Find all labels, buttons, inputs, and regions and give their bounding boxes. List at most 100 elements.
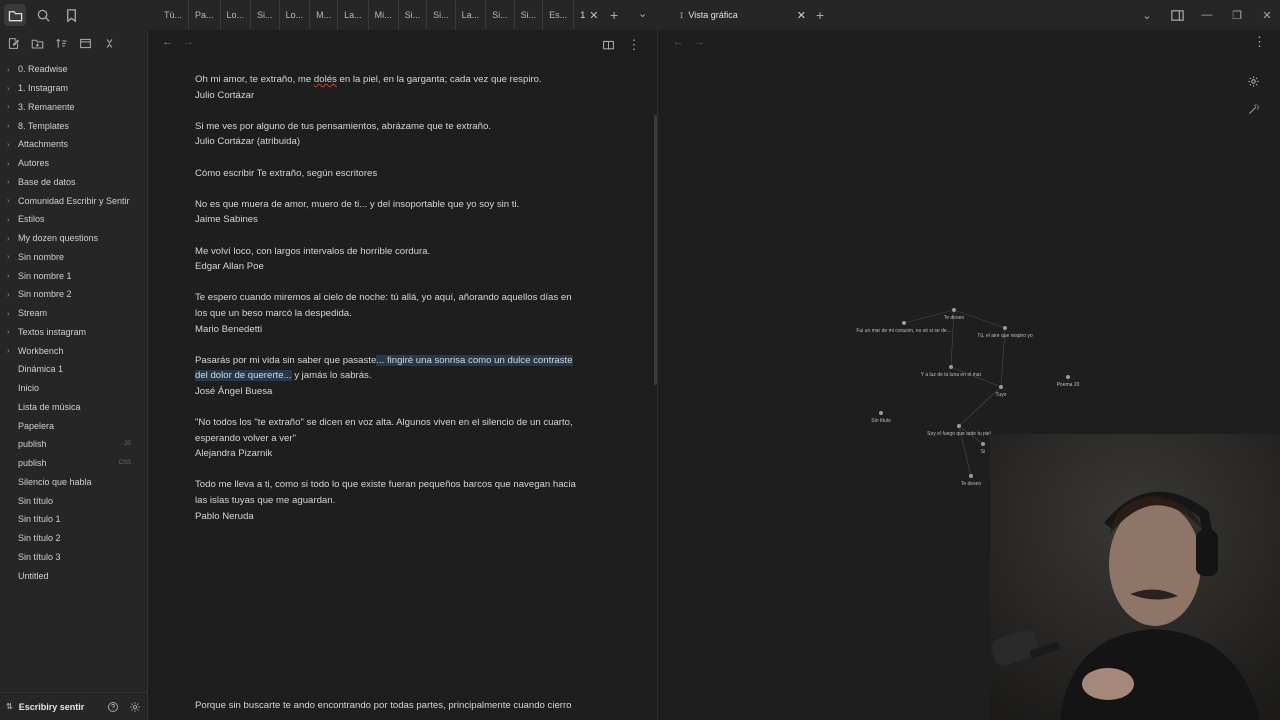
- chevron-down-icon[interactable]: ⌄: [1134, 0, 1160, 30]
- minimize-icon[interactable]: —: [1194, 0, 1220, 30]
- text-line: José Ángel Buesa: [195, 385, 273, 397]
- chevron-right-icon: ›: [7, 214, 10, 224]
- text-line: Cómo escribir Te extraño, según escritor…: [195, 167, 378, 179]
- close-icon[interactable]: [98, 32, 120, 54]
- vault-switcher[interactable]: ⇅ Escribiry sentir: [0, 692, 148, 720]
- tab-list-chevron-icon[interactable]: ⌄: [638, 7, 647, 20]
- tab[interactable]: Lo...: [221, 0, 252, 30]
- close-tab-icon[interactable]: ✕: [589, 9, 603, 22]
- graph-node[interactable]: [981, 442, 985, 446]
- file-item[interactable]: Inicio: [0, 379, 147, 398]
- folder-item[interactable]: › Sin nombre 1: [0, 266, 147, 285]
- folder-item[interactable]: › Base de datos: [0, 173, 147, 192]
- file-item[interactable]: Dinámica 1: [0, 360, 147, 379]
- editor-actions: ⋮: [597, 34, 645, 56]
- tab[interactable]: Si...: [427, 0, 456, 30]
- new-tab-icon[interactable]: +: [816, 7, 824, 23]
- file-item[interactable]: Silencio que habla: [0, 473, 147, 492]
- folder-item[interactable]: › Comunidad Escribir y Sentir: [0, 191, 147, 210]
- folder-item[interactable]: › Estilos: [0, 210, 147, 229]
- text-selection[interactable]: ... fingiré una sonrisa como un dulce co…: [376, 354, 573, 366]
- file-item[interactable]: Lista de música: [0, 398, 147, 417]
- more-options-icon[interactable]: ⋮: [623, 34, 645, 56]
- folder-item[interactable]: › Sin nombre 2: [0, 285, 147, 304]
- note-content[interactable]: Oh mi amor, te extraño, me dolés en la p…: [195, 72, 605, 540]
- tab[interactable]: La...: [338, 0, 369, 30]
- graph-node[interactable]: [952, 308, 956, 312]
- folder-item[interactable]: › Workbench: [0, 341, 147, 360]
- file-item[interactable]: Sin título: [0, 491, 147, 510]
- folder-item[interactable]: › Attachments: [0, 135, 147, 154]
- folder-item[interactable]: › 8. Templates: [0, 116, 147, 135]
- tab[interactable]: Si...: [251, 0, 280, 30]
- chevron-right-icon: ›: [7, 327, 10, 337]
- sort-icon[interactable]: [50, 32, 72, 54]
- graph-node[interactable]: [879, 411, 883, 415]
- paragraph: Oh mi amor, te extraño, me dolés en la p…: [195, 72, 605, 103]
- editor-scrollbar[interactable]: [654, 115, 657, 385]
- search-icon[interactable]: [32, 4, 54, 26]
- tab[interactable]: La...: [456, 0, 487, 30]
- tab[interactable]: Lo...: [280, 0, 311, 30]
- tab[interactable]: Tú...: [158, 0, 190, 30]
- tab[interactable]: Mi...: [369, 0, 399, 30]
- folder-item[interactable]: › Sin nombre: [0, 248, 147, 267]
- paragraph: Todo me lleva a ti, como si todo lo que …: [195, 477, 605, 524]
- tab[interactable]: Si...: [515, 0, 544, 30]
- folder-item[interactable]: › 3. Remanente: [0, 98, 147, 117]
- back-arrow-icon[interactable]: ←: [162, 36, 173, 48]
- chevron-right-icon: ›: [7, 83, 10, 93]
- tab[interactable]: Es...: [543, 0, 575, 30]
- spellcheck-word[interactable]: dolés: [314, 74, 337, 85]
- text-line: las islas tuyas que me aguardan.: [195, 495, 336, 507]
- tree-item-label: Stream: [18, 308, 48, 319]
- text-line: esperando volver a ver": [195, 432, 296, 444]
- graph-node[interactable]: [1003, 326, 1007, 330]
- graph-node[interactable]: [949, 365, 953, 369]
- folder-item[interactable]: › Stream: [0, 304, 147, 323]
- settings-icon[interactable]: [126, 698, 144, 716]
- graph-node[interactable]: [957, 424, 961, 428]
- tree-item-label: Sin nombre 1: [18, 270, 72, 281]
- folder-item[interactable]: › 1. Instagram: [0, 79, 147, 98]
- file-item[interactable]: publish CSS: [0, 454, 147, 473]
- folder-item[interactable]: › Autores: [0, 154, 147, 173]
- graph-node[interactable]: [1066, 375, 1070, 379]
- text-selection[interactable]: del dolor de quererte...: [195, 370, 292, 382]
- collapse-icon[interactable]: [74, 32, 96, 54]
- window-close-icon[interactable]: ✕: [1254, 0, 1280, 30]
- tab-graph-view[interactable]: ⟟ Vista gráfica ✕: [674, 0, 810, 30]
- graph-node-label: Sin título: [871, 418, 891, 424]
- tab[interactable]: Si...: [399, 0, 428, 30]
- tab[interactable]: Si...: [486, 0, 515, 30]
- bookmark-icon[interactable]: [60, 4, 82, 26]
- graph-node[interactable]: [902, 321, 906, 325]
- file-item[interactable]: Sin título 1: [0, 510, 147, 529]
- forward-arrow-icon[interactable]: →: [183, 36, 194, 48]
- tree-item-label: 1. Instagram: [18, 83, 69, 94]
- new-tab-icon[interactable]: +: [610, 7, 618, 23]
- folder-item[interactable]: › My dozen questions: [0, 229, 147, 248]
- help-icon[interactable]: [104, 698, 122, 716]
- file-item[interactable]: publish JS: [0, 435, 147, 454]
- maximize-icon[interactable]: ❐: [1224, 0, 1250, 30]
- folder-item[interactable]: › Textos instagram: [0, 323, 147, 342]
- folder-icon[interactable]: [4, 4, 26, 26]
- new-note-icon[interactable]: [2, 32, 24, 54]
- graph-node[interactable]: [999, 385, 1003, 389]
- graph-node-label: Te deseo: [961, 481, 982, 487]
- file-item[interactable]: Sin título 2: [0, 529, 147, 548]
- graph-node[interactable]: [969, 474, 973, 478]
- new-folder-icon[interactable]: [26, 32, 48, 54]
- tab[interactable]: M...: [310, 0, 339, 30]
- folder-item[interactable]: › 0. Readwise: [0, 60, 147, 79]
- file-item[interactable]: Sin título 3: [0, 548, 147, 567]
- sidebar-toggle-icon[interactable]: [1164, 0, 1190, 30]
- reading-view-icon[interactable]: [597, 34, 619, 56]
- close-tab-icon[interactable]: ✕: [797, 9, 806, 22]
- tab[interactable]: Pa...: [189, 0, 221, 30]
- tab[interactable]: 1 ✕: [574, 0, 609, 30]
- tree-item-label: 8. Templates: [18, 120, 69, 131]
- file-item[interactable]: Untitled: [0, 566, 147, 585]
- file-item[interactable]: Papelera: [0, 416, 147, 435]
